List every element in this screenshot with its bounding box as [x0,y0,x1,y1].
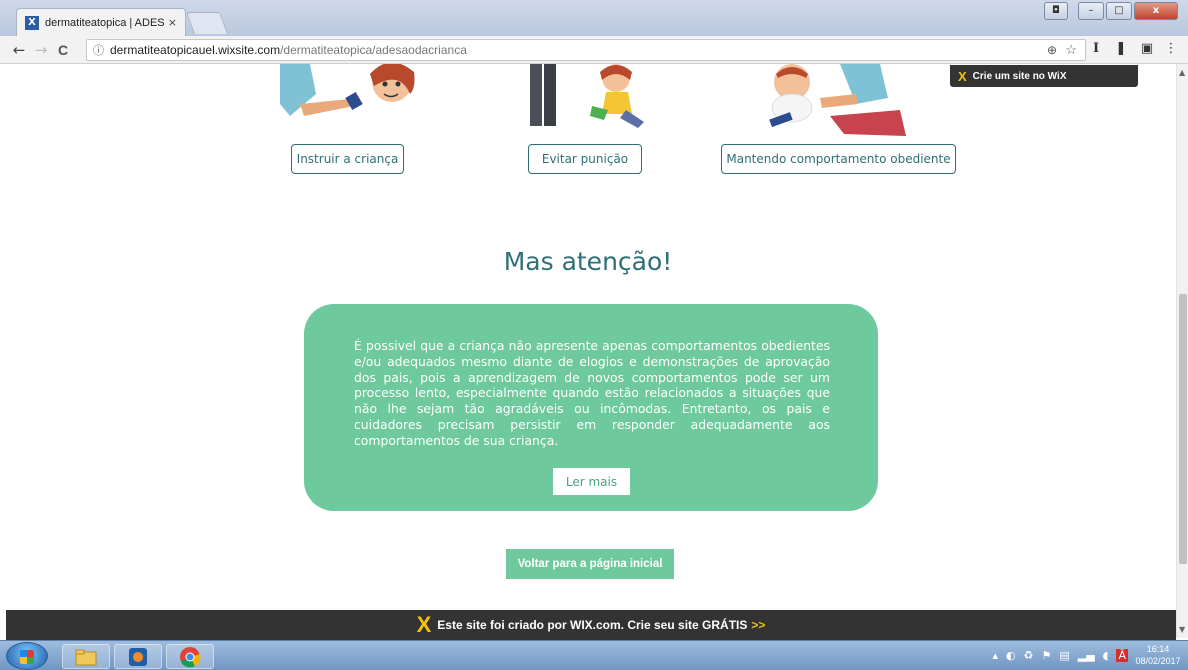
windows-taskbar: ▴ ◐ ♻ ⚑ ▤ ▂▄ ◖ Ā 16:14 08/02/2017 [0,640,1188,670]
wix-logo-icon: X [416,612,432,637]
zoom-icon[interactable]: ⊕ [1047,43,1057,57]
instruir-button[interactable]: Instruir a criança [291,144,404,174]
illustration-evitar [530,64,644,128]
system-clock[interactable]: 16:14 08/02/2017 [1132,643,1184,667]
tray-app-icon[interactable]: ◐ [1006,649,1016,662]
vertical-scrollbar[interactable]: ▲ ▼ [1176,64,1188,638]
evernote-extension-icon[interactable]: ❚ [1112,41,1130,56]
attention-text: É possivel que a criança não apresente a… [354,338,830,448]
network-signal-icon[interactable]: ▂▄ [1078,649,1095,662]
back-home-button[interactable]: Voltar para a página inicial [506,549,674,579]
system-tray: ▴ ◐ ♻ ⚑ ▤ ▂▄ ◖ Ā [992,649,1128,662]
illustration-instruir [280,64,415,116]
wix-promo-label: Crie um site no WiX [972,70,1067,82]
illustration-mantendo [769,64,906,136]
window-controls: ◘ – □ x [1044,2,1178,20]
tray-sync-icon[interactable]: ♻ [1024,649,1034,662]
ler-mais-button[interactable]: Ler mais [553,468,630,495]
scroll-up-icon[interactable]: ▲ [1179,68,1185,77]
mantendo-comportamento-button[interactable]: Mantendo comportamento obediente [721,144,956,174]
scrollbar-thumb[interactable] [1179,294,1187,564]
attention-card: É possivel que a criança não apresente a… [304,304,878,511]
tray-flag-icon[interactable]: ⚑ [1041,649,1051,662]
wix-footer-banner[interactable]: X Este site foi criado por WIX.com. Crie… [6,610,1176,640]
browser-tab[interactable]: X dermatiteatopica | ADESÃ × [16,8,186,36]
windows-logo-icon [20,650,34,664]
tab-close-icon[interactable]: × [168,16,177,29]
scroll-down-icon[interactable]: ▼ [1179,625,1185,634]
tray-arrow-icon[interactable]: ▴ [992,649,998,662]
tab-title: dermatiteatopica | ADESÃ [45,16,164,29]
window-titlebar: X dermatiteatopica | ADESÃ × ◘ – □ x [0,0,1188,36]
clock-time: 16:14 [1146,644,1170,654]
taskbar-explorer-button[interactable] [62,644,110,669]
start-button[interactable] [6,642,48,670]
clock-date: 08/02/2017 [1135,656,1181,666]
bookmark-star-icon[interactable]: ☆ [1065,42,1077,58]
taskbar-chrome-button[interactable] [166,644,214,669]
web-page: Instruir a criança Evitar punição Manten… [0,64,1176,610]
wix-logo-icon: X [958,68,967,84]
folder-icon [75,649,97,665]
extension-i-icon[interactable]: I [1087,41,1105,56]
wix-favicon-icon: X [25,15,39,30]
new-tab-button[interactable] [185,12,229,34]
minimize-button[interactable]: – [1078,2,1104,20]
browser-toolbar: ← → C ⓘ dermatiteatopicauel.wixsite.com … [0,36,1188,64]
menu-kebab-icon[interactable]: ⋮ [1162,41,1180,56]
volume-icon[interactable]: ◖ [1103,649,1109,662]
page-heading: Mas atenção! [503,247,673,276]
chrome-icon [180,646,201,667]
close-window-button[interactable]: x [1134,2,1178,20]
taskbar-media-button[interactable] [114,644,162,669]
info-icon[interactable]: ⓘ [93,42,104,58]
url-host: dermatiteatopicauel.wixsite.com [110,43,281,57]
footer-arrow: >> [751,618,766,632]
back-button[interactable]: ← [8,41,30,59]
url-path: /dermatiteatopica/adesaodacrianca [280,43,467,57]
tray-device-icon[interactable]: ▤ [1059,649,1069,662]
media-player-icon [129,647,147,666]
extension-square-icon[interactable]: ▣ [1138,41,1156,56]
wix-promo-badge[interactable]: X Crie um site no WiX [950,65,1138,87]
maximize-button[interactable]: □ [1106,2,1132,20]
evitar-punicao-button[interactable]: Evitar punição [528,144,642,174]
tray-red-app-icon[interactable]: Ā [1116,649,1128,662]
user-profile-icon[interactable]: ◘ [1044,2,1068,20]
address-bar[interactable]: ⓘ dermatiteatopicauel.wixsite.com /derma… [86,39,1086,61]
forward-button[interactable]: → [30,41,52,59]
footer-text: Este site foi criado por WIX.com. Crie s… [437,618,748,632]
reload-button[interactable]: C [52,42,74,58]
